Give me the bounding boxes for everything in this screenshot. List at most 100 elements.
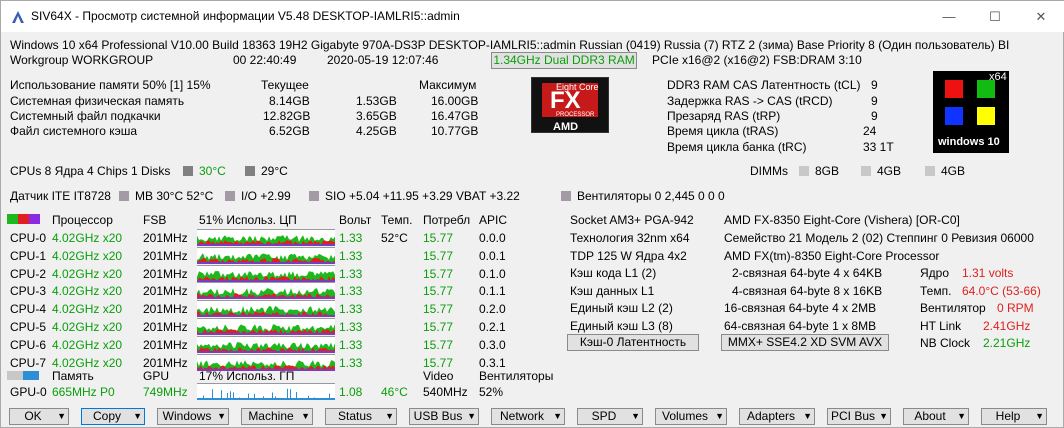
col-temp: Темп. bbox=[381, 213, 413, 227]
menu-adapters-button[interactable]: Adapters ▼ bbox=[739, 408, 815, 425]
menu-button-label: Copy bbox=[92, 409, 121, 423]
cpu-fsb: 201MHz bbox=[143, 248, 188, 263]
ram-timing-value: 9 bbox=[871, 109, 878, 123]
maximum-header: Максимум bbox=[419, 78, 477, 92]
cpu-apic: 0.0.0 bbox=[479, 231, 506, 245]
chevron-down-icon: ▼ bbox=[133, 411, 142, 421]
chevron-down-icon: ▼ bbox=[217, 411, 226, 421]
cpu-color-icon bbox=[18, 214, 29, 224]
chevron-down-icon: ▼ bbox=[301, 411, 310, 421]
memory-usage-header: Использование памяти 50% [1] 15% bbox=[10, 78, 211, 92]
dimm-size: 4GB bbox=[877, 164, 902, 178]
ram-speed-button[interactable]: 1.34GHz Dual DDR3 RAM bbox=[491, 52, 637, 69]
cpu-color-icon bbox=[7, 214, 18, 224]
menu-button-label: Help bbox=[995, 409, 1021, 423]
cpu-fsb: 201MHz bbox=[143, 320, 188, 334]
mem-row-label: Системная физическая память bbox=[10, 94, 185, 108]
cpu-apic: 0.3.1 bbox=[479, 355, 506, 370]
menu-ok-button[interactable]: OK ▼ bbox=[9, 408, 69, 425]
cpu-name: CPU-7 bbox=[10, 355, 47, 370]
close-button[interactable]: ✕ bbox=[1018, 1, 1064, 32]
menu-network-button[interactable]: Network ▼ bbox=[491, 408, 565, 425]
menu-pci-bus-button[interactable]: PCI Bus ▼ bbox=[827, 408, 891, 425]
proc-info-value: AMD FX(tm)-8350 Eight-Core Processor bbox=[724, 249, 940, 263]
cpu-temp: 52°C bbox=[381, 231, 408, 245]
ram-timing-label: DDR3 RAM CAS Латентность (tCL) bbox=[667, 78, 861, 92]
gpu-color-icon bbox=[23, 371, 39, 380]
cpu-apic: 0.0.1 bbox=[479, 248, 506, 263]
mem-value: 8.14GB bbox=[269, 94, 310, 108]
mem-row-label: Системный файл подкачки bbox=[10, 109, 161, 123]
cpu-frequency: 4.02GHz x20 bbox=[52, 320, 123, 334]
mem-value: 10.77GB bbox=[431, 124, 479, 138]
sensor-icon bbox=[225, 191, 235, 201]
gpu-memory-clock: 665MHz P0 bbox=[52, 385, 115, 399]
fans-text: Вентиляторы 0 2,445 0 0 0 bbox=[577, 189, 725, 203]
minimize-button[interactable]: — bbox=[926, 1, 972, 32]
cpu-name: CPU-3 bbox=[10, 284, 47, 299]
col-volt: Вольт bbox=[339, 213, 372, 227]
menu-copy-button[interactable]: Copy ▼ bbox=[81, 408, 145, 425]
col-apic: APIC bbox=[479, 213, 508, 227]
proc-info-label: TDP 125 W Ядра 4x2 bbox=[570, 249, 687, 263]
menu-machine-button[interactable]: Machine ▼ bbox=[241, 408, 313, 425]
chevron-down-icon: ▼ bbox=[57, 411, 66, 421]
sensor-icon bbox=[309, 191, 319, 201]
chevron-down-icon: ▼ bbox=[957, 411, 966, 421]
menu-spd-button[interactable]: SPD ▼ bbox=[577, 408, 643, 425]
menu-help-button[interactable]: Help ▼ bbox=[981, 408, 1047, 425]
cpu-apic: 0.1.0 bbox=[479, 266, 506, 281]
cpu-frequency: 4.02GHz x20 bbox=[52, 266, 123, 281]
cpu-fsb: 201MHz bbox=[143, 284, 188, 299]
proc-info-label: Единый кэш L3 (8) bbox=[570, 319, 673, 333]
mb-temp: MB 30°C 52°C bbox=[135, 189, 214, 203]
cpu-fsb: 201MHz bbox=[143, 302, 188, 317]
col-cpu-usage: 51% Использ. ЦП bbox=[199, 213, 297, 227]
cpu-name: CPU-6 bbox=[10, 337, 47, 352]
cpu-apic: 0.2.0 bbox=[479, 302, 506, 317]
cpu-frequency: 4.02GHz x20 bbox=[52, 231, 123, 245]
stat-label: Ядро bbox=[920, 266, 950, 280]
ram-timing-label: Время цикла банка (tRC) bbox=[667, 140, 807, 154]
cpu-fsb: 201MHz bbox=[143, 337, 188, 352]
windows10-label: windows 10 bbox=[938, 136, 1000, 148]
dimm-size: 8GB bbox=[815, 164, 840, 178]
cpu-apic: 0.3.0 bbox=[479, 337, 506, 352]
proc-info-label: Кэш данных L1 bbox=[570, 284, 655, 298]
ram-timing-value: 9 bbox=[871, 94, 878, 108]
chevron-down-icon: ▼ bbox=[879, 411, 888, 421]
cpu-voltage: 1.33 bbox=[339, 248, 363, 263]
chevron-down-icon: ▼ bbox=[385, 411, 394, 421]
menu-volumes-button[interactable]: Volumes ▼ bbox=[655, 408, 727, 425]
cpu-fsb: 201MHz bbox=[143, 266, 188, 281]
col-processor: Процессор bbox=[52, 213, 113, 227]
sio-voltages: SIO +5.04 +11.95 +3.29 VBAT +3.22 bbox=[325, 189, 520, 203]
menu-button-label: USB Bus bbox=[413, 409, 463, 423]
cpu-voltage: 1.33 bbox=[339, 266, 363, 281]
amd-fx-logo: Eight Core FX PROCESSOR AMD bbox=[531, 77, 609, 133]
mem-value: 4.25GB bbox=[356, 124, 397, 138]
instruction-set-button[interactable]: MMX+ SSE4.2 XD SVM AVX bbox=[721, 334, 889, 351]
cache-latency-button[interactable]: Кэш-0 Латентность bbox=[567, 334, 699, 351]
title-bar[interactable]: SIV64X - Просмотр системной информации V… bbox=[1, 1, 1064, 32]
sensor-icon bbox=[119, 191, 129, 201]
cpu-apic: 0.1.1 bbox=[479, 284, 506, 299]
window-title: SIV64X - Просмотр системной информации V… bbox=[31, 9, 460, 23]
menu-windows-button[interactable]: Windows ▼ bbox=[157, 408, 229, 425]
maximize-button[interactable]: ☐ bbox=[972, 1, 1018, 32]
menu-usb-bus-button[interactable]: USB Bus ▼ bbox=[409, 408, 479, 425]
disk-temp: 30°C bbox=[199, 164, 226, 178]
chevron-down-icon: ▼ bbox=[467, 411, 476, 421]
ram-timing-value: 24 bbox=[863, 124, 877, 138]
col-video: Video bbox=[423, 369, 454, 383]
menu-about-button[interactable]: About ▼ bbox=[903, 408, 969, 425]
cpu-voltage: 1.33 bbox=[339, 337, 363, 352]
menu-status-button[interactable]: Status ▼ bbox=[325, 408, 397, 425]
cpu-usage-graph bbox=[197, 229, 335, 246]
app-icon bbox=[12, 11, 24, 23]
proc-info-value: AMD FX-8350 Eight-Core (Vishera) [OR-C0] bbox=[724, 213, 960, 227]
col-gpu-usage: 17% Использ. ГП bbox=[199, 369, 295, 383]
stat-value: 0 RPM bbox=[997, 301, 1034, 315]
proc-info-value: 2-связная 64-byte 4 x 64KB bbox=[732, 266, 883, 280]
cpu-apic: 0.2.1 bbox=[479, 320, 506, 334]
